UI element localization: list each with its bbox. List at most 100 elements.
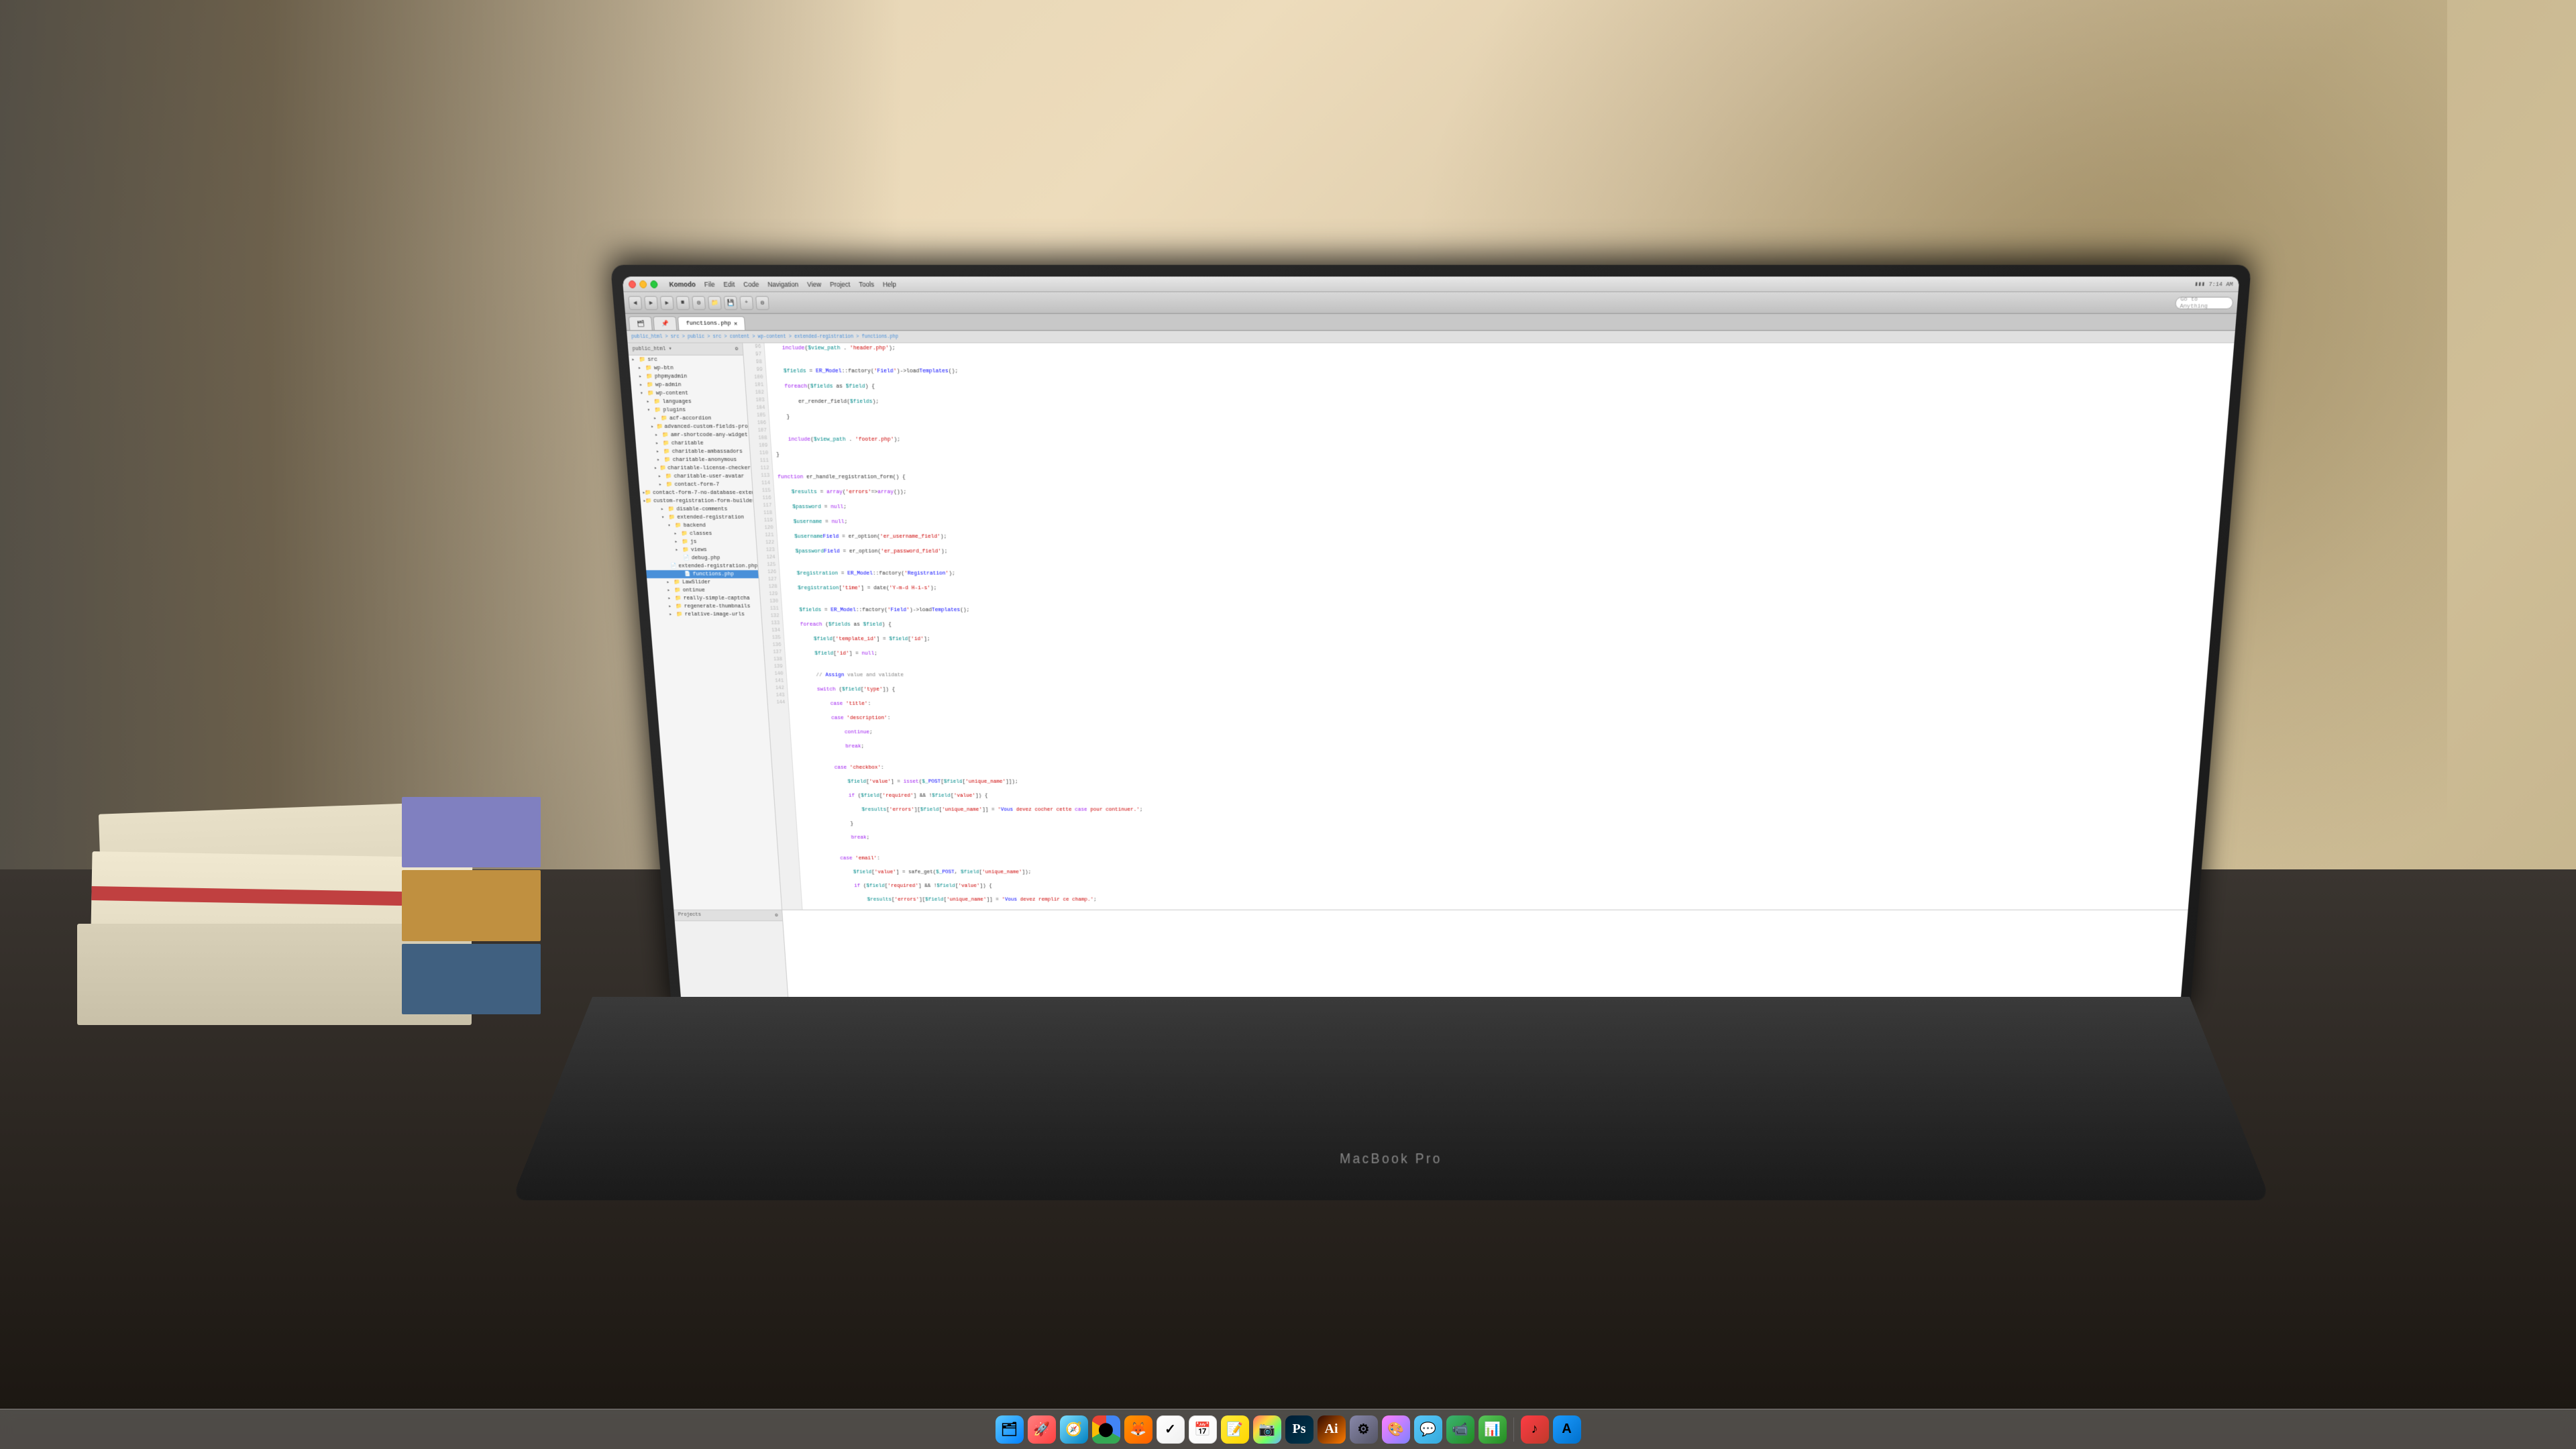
tab-file-icon[interactable]: 🗂 [629,317,653,331]
tab-functions-php[interactable]: functions.php ✕ [678,317,746,331]
line-number: 119 [758,517,773,525]
line-number: 100 [748,374,763,382]
tree-item-languages[interactable]: ▸📁languages [632,398,747,406]
menu-project[interactable]: Project [830,280,851,288]
tree-item-js[interactable]: ▸📁js [643,538,756,546]
tree-item-src[interactable]: ▸📁src [629,356,743,364]
dock-item-notes[interactable]: 📝 [1221,1415,1249,1444]
tree-item-advanced-custom-fields-pro[interactable]: ▸📁advanced-custom-fields-pro [634,423,748,431]
dock-item-launchpad[interactable]: 🚀 [1028,1415,1056,1444]
code-line: switch ($field['type']) { [792,686,2202,694]
back-button[interactable]: ◀ [629,296,643,310]
menu-tools[interactable]: Tools [859,280,874,288]
dock-item-numbers[interactable]: 📊 [1479,1415,1507,1444]
dock-item-messages[interactable]: 💬 [1414,1415,1442,1444]
toolbar: ◀ ▶ ▶ ■ ⚙ 📁 💾 + ⚙ Go to Anything [624,292,2239,314]
menu-file[interactable]: File [704,280,716,288]
menu-code[interactable]: Code [743,280,759,288]
tree-item-wp-btn[interactable]: ▸📁wp-btn [629,364,744,373]
tree-item-classes[interactable]: ▸📁classes [643,530,755,538]
dock-item-chrome[interactable]: ⬤ [1092,1415,1120,1444]
tree-item-functions.php[interactable]: 📄functions.php [646,570,759,578]
tree-item-relative-image-urls[interactable]: ▸📁relative-image-urls [649,610,761,619]
bottom-panels: Projects ⚙ [674,910,2188,1004]
dock-item-icon: 🗂 [1001,1421,1018,1438]
dock-item-icon: 🎨 [1387,1421,1404,1438]
tree-item-phpmyadmin[interactable]: ▸📁phpmyadmin [630,372,745,381]
tree-item-charitable-user-avatar[interactable]: ▸📁charitable-user-avatar [639,472,752,480]
settings-button[interactable]: ⚙ [755,296,769,310]
breadcrumb: public_html > src > public > src > conte… [631,334,898,339]
tree-item-ontinue[interactable]: ▸📁ontinue [647,586,759,594]
tree-item-charitable-ambassadors[interactable]: ▸📁charitable-ambassadors [637,447,751,455]
tree-item-views[interactable]: ▸📁views [644,546,757,554]
tree-item-charitable-license-checker[interactable]: ▸📁charitable-license-checker [638,464,751,472]
tree-item-wp-admin[interactable]: ▸📁wp-admin [631,381,745,390]
tab-close-icon[interactable]: ✕ [734,320,738,328]
dock-item-illustrator[interactable]: Ai [1318,1415,1346,1444]
file-icon: 📄 [671,563,678,570]
file-tree-settings-icon[interactable]: ⚙ [735,345,739,352]
go-to-anything-input[interactable]: Go to Anything [2175,297,2234,309]
menu-komodo[interactable]: Komodo [669,280,696,288]
dock-item-safari[interactable]: 🧭 [1060,1415,1088,1444]
tree-item-extended-registration[interactable]: ▾📁extended-registration [641,513,755,521]
tree-item-label: contact-form-7-no-database-extension [653,490,753,496]
dock-item-photoshop[interactable]: Ps [1285,1415,1313,1444]
tree-item-acf-accordion[interactable]: ▸📁acf-accordion [633,415,747,423]
tree-item-really-simple-captcha[interactable]: ▸📁really-simple-captcha [648,594,760,602]
laptop: Komodo File Edit Code Navigation View Pr… [592,319,2190,1188]
tree-item-plugins[interactable]: ▾📁plugins [633,406,747,414]
dock-item-reminders[interactable]: ✓ [1157,1415,1185,1444]
tree-item-contact-form-7[interactable]: ▸📁contact-form-7 [639,480,753,488]
tree-item-charitable[interactable]: ▸📁charitable [636,439,750,447]
save-button[interactable]: 💾 [724,296,738,310]
forward-button[interactable]: ▶ [644,296,658,310]
stop-button[interactable]: ■ [676,296,690,310]
tree-item-label: charitable-license-checker [667,466,751,472]
tree-item-contact-form-7-no-database-extension[interactable]: ▸📁contact-form-7-no-database-extension [640,489,753,497]
output-panel [782,910,2188,1004]
tree-item-custom-registration-form-builder-with-submiss[interactable]: ▸📁custom-registration-form-builder-with-… [641,497,754,505]
tab-pin[interactable]: 📌 [653,317,678,331]
tree-item-amr-shortcode-any-widget[interactable]: ▸📁amr-shortcode-any-widget [635,431,749,439]
tree-item-extended-registration.php[interactable]: 📄extended-registration.php [645,562,758,570]
tree-item-backend[interactable]: ▾📁backend [642,522,755,530]
code-line: continue; [795,729,2199,737]
dock-item-photos[interactable]: 📷 [1253,1415,1281,1444]
line-number: 131 [764,606,780,613]
menu-view[interactable]: View [807,280,822,288]
open-button[interactable]: 📁 [708,296,722,310]
code-editor[interactable]: 96 97 98 99 100 101 102 103 104 105 106 … [743,343,2235,910]
new-button[interactable]: + [740,296,754,310]
code-content[interactable]: include($view_path . 'header.php'); $fie… [765,343,2235,910]
menu-edit[interactable]: Edit [723,280,735,288]
dock-item-finder[interactable]: 🗂 [996,1415,1024,1444]
maximize-button[interactable] [650,280,658,288]
macbook-label: MacBook Pro [1340,1151,1442,1167]
dock-item-settings[interactable]: ⚙ [1350,1415,1378,1444]
book-stack [77,681,541,1043]
tree-item-debug.php[interactable]: 📄debug.php [645,554,757,562]
projects-settings-icon[interactable]: ⚙ [775,912,778,918]
dock-item-facetime[interactable]: 📹 [1446,1415,1474,1444]
dock-item-firefox[interactable]: 🦊 [1124,1415,1152,1444]
tree-item-disable-comments[interactable]: ▸📁disable-comments [641,505,754,513]
tree-item-charitable-anonymous[interactable]: ▸📁charitable-anonymous [637,456,751,464]
minimize-button[interactable] [639,280,647,288]
folder-icon: 📁 [664,457,672,464]
close-button[interactable] [629,280,637,288]
pin-icon: 📌 [661,320,669,328]
debug-button[interactable]: ⚙ [692,296,706,310]
dock-item-appstore[interactable]: A [1553,1415,1581,1444]
menu-navigation[interactable]: Navigation [767,280,799,288]
tree-item-wp-content[interactable]: ▾📁wp-content [631,389,746,397]
run-button[interactable]: ▶ [660,296,674,310]
dock-item-calendar[interactable]: 📅 [1189,1415,1217,1444]
tree-item-regenerate-thumbnails[interactable]: ▸📁regenerate-thumbnails [649,602,761,610]
dock-item-music[interactable]: ♪ [1521,1415,1549,1444]
menu-help[interactable]: Help [883,280,897,288]
dock-item-colorpicker[interactable]: 🎨 [1382,1415,1410,1444]
menu-status: ▮▮▮ 7:14 AM [2194,280,2233,288]
tree-item-LawSlider[interactable]: ▸📁LawSlider [647,578,759,586]
